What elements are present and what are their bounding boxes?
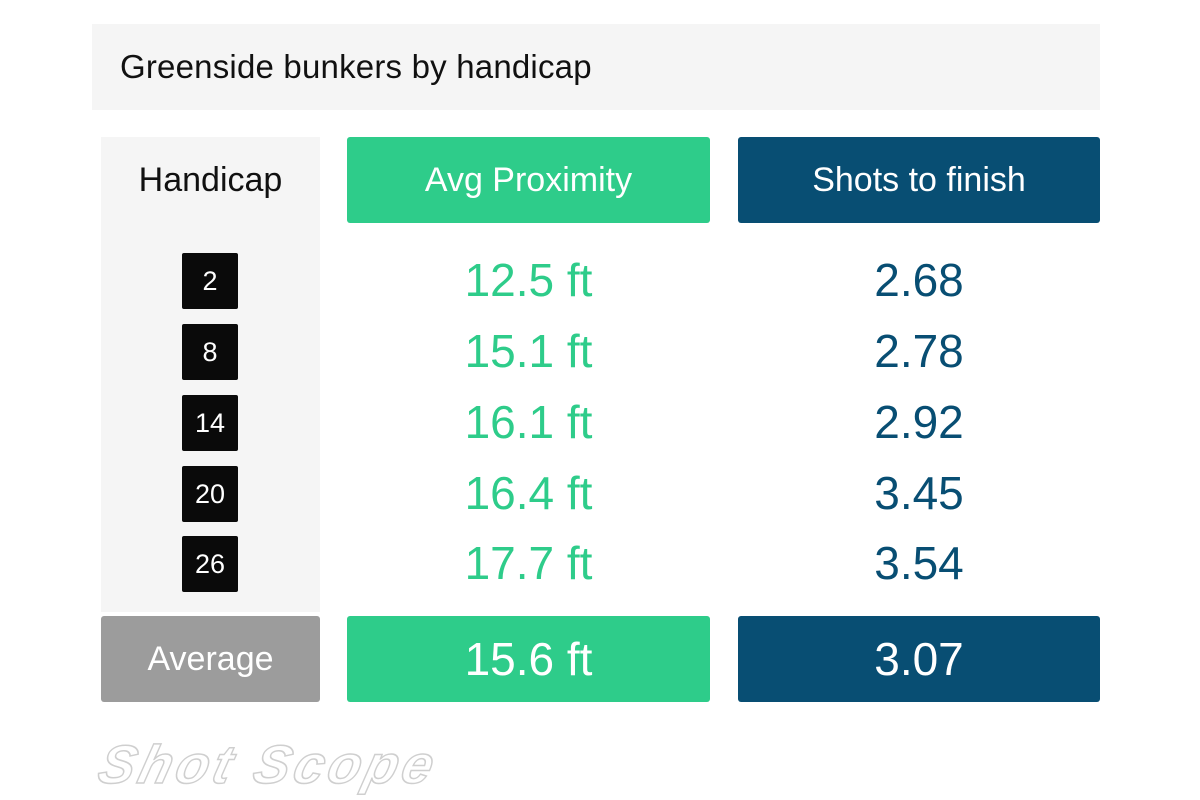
handicap-badge: 8 (182, 324, 238, 380)
average-proximity-value: 15.6 ft (347, 616, 710, 702)
average-shots-value: 3.07 (738, 616, 1100, 702)
shots-to-finish-value: 3.54 (874, 537, 964, 589)
shots-to-finish-column-header: Shots to finish (738, 137, 1100, 223)
shot-scope-logo: Shot Scope (92, 734, 445, 796)
table-row: 8 15.1 ft 2.78 (0, 316, 1200, 386)
avg-proximity-value: 17.7 ft (464, 537, 593, 589)
shots-to-finish-value: 2.92 (874, 396, 964, 448)
avg-proximity-value: 16.4 ft (464, 467, 593, 519)
chart-title-bar: Greenside bunkers by handicap (92, 24, 1100, 110)
table-row: 2 12.5 ft 2.68 (0, 245, 1200, 315)
avg-proximity-value: 15.1 ft (464, 325, 593, 377)
handicap-badge: 2 (182, 253, 238, 309)
shots-to-finish-value: 2.68 (874, 254, 964, 306)
shots-to-finish-value: 3.45 (874, 467, 964, 519)
avg-proximity-value: 16.1 ft (464, 396, 593, 448)
handicap-badge: 20 (182, 466, 238, 522)
avg-proximity-value: 12.5 ft (464, 254, 593, 306)
table-row: 26 17.7 ft 3.54 (0, 528, 1200, 598)
handicap-column-header: Handicap (138, 161, 283, 199)
shots-to-finish-value: 2.78 (874, 325, 964, 377)
avg-proximity-column-header: Avg Proximity (347, 137, 710, 223)
chart-title: Greenside bunkers by handicap (120, 48, 592, 85)
handicap-badge: 14 (182, 395, 238, 451)
average-label: Average (101, 616, 320, 702)
table-row: 14 16.1 ft 2.92 (0, 387, 1200, 457)
handicap-badge: 26 (182, 536, 238, 592)
table-row: 20 16.4 ft 3.45 (0, 458, 1200, 528)
